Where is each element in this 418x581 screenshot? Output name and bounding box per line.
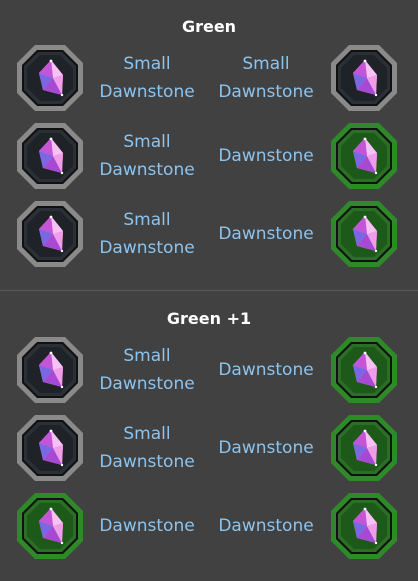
green-frame-gem-icon bbox=[329, 413, 399, 483]
section-green-plus-1: Green +1 Small Dawnstone Dawnstone Small… bbox=[0, 307, 418, 565]
green-frame-gem-icon bbox=[329, 199, 399, 269]
green-frame-gem-icon bbox=[15, 491, 85, 561]
gray-frame-gem-icon bbox=[329, 43, 399, 113]
section-title: Green +1 bbox=[166, 309, 252, 328]
upgrade-row: Dawnstone Dawnstone bbox=[0, 487, 418, 565]
upgrade-row: Small Dawnstone Dawnstone bbox=[0, 331, 418, 409]
green-frame-gem-icon bbox=[329, 121, 399, 191]
to-item-label: Small Dawnstone bbox=[218, 54, 314, 102]
from-item-label: Small Dawnstone bbox=[99, 346, 195, 394]
section-title: Green bbox=[181, 17, 237, 36]
page: Green Small Dawnstone Small Dawnstone Sm… bbox=[0, 0, 418, 559]
from-item-label: Small Dawnstone bbox=[99, 54, 195, 102]
to-item-label: Dawnstone bbox=[218, 224, 314, 244]
to-item-label: Dawnstone bbox=[218, 516, 314, 536]
green-frame-gem-icon bbox=[329, 335, 399, 405]
to-item-label: Dawnstone bbox=[218, 146, 314, 166]
gray-frame-gem-icon bbox=[15, 335, 85, 405]
from-item-label: Small Dawnstone bbox=[99, 210, 195, 258]
upgrade-row: Small Dawnstone Dawnstone bbox=[0, 409, 418, 487]
upgrade-row: Small Dawnstone Dawnstone bbox=[0, 117, 418, 195]
to-item-label: Dawnstone bbox=[218, 360, 314, 380]
from-item-label: Dawnstone bbox=[99, 516, 195, 536]
section-divider bbox=[0, 290, 418, 291]
from-item-label: Small Dawnstone bbox=[99, 132, 195, 180]
upgrade-row: Small Dawnstone Small Dawnstone bbox=[0, 39, 418, 117]
gray-frame-gem-icon bbox=[15, 413, 85, 483]
gray-frame-gem-icon bbox=[15, 43, 85, 113]
section-green: Green Small Dawnstone Small Dawnstone Sm… bbox=[0, 0, 418, 273]
from-item-label: Small Dawnstone bbox=[99, 424, 195, 472]
gray-frame-gem-icon bbox=[15, 121, 85, 191]
to-item-label: Dawnstone bbox=[218, 438, 314, 458]
gray-frame-gem-icon bbox=[15, 199, 85, 269]
green-frame-gem-icon bbox=[329, 491, 399, 561]
upgrade-row: Small Dawnstone Dawnstone bbox=[0, 195, 418, 273]
